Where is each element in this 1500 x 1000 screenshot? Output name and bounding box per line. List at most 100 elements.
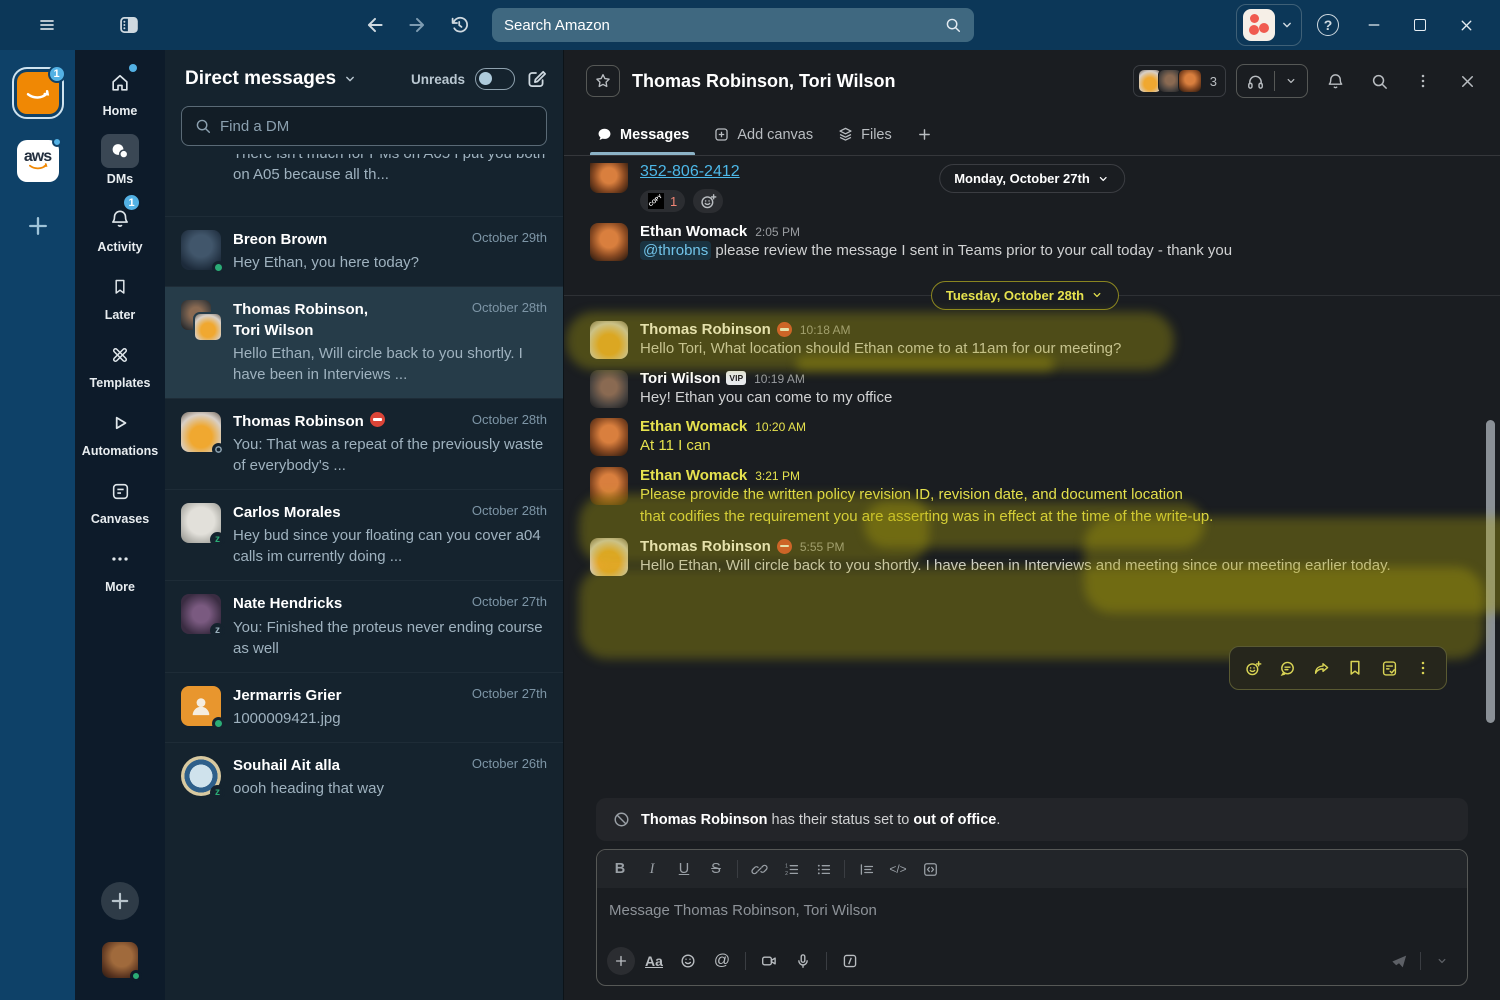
slash-commands-button[interactable] (835, 947, 865, 975)
headphones-icon[interactable] (1237, 72, 1274, 91)
ordered-list-button[interactable]: 12 (776, 856, 806, 882)
unreads-toggle[interactable] (475, 68, 515, 90)
add-to-list-icon[interactable] (1374, 653, 1404, 683)
message-author[interactable]: Ethan Womack (640, 418, 747, 435)
account-menu[interactable] (1236, 4, 1302, 46)
dm-panel-title[interactable]: Direct messages (185, 68, 336, 90)
message-author[interactable]: Thomas Robinson (640, 538, 792, 555)
huddle-control[interactable] (1236, 64, 1308, 98)
sidebar-item-automations[interactable]: Automations (81, 406, 159, 458)
sidebar-item-activity[interactable]: 1Activity (81, 202, 159, 254)
amazon-smile-icon (23, 78, 53, 108)
format-toggle-button[interactable]: Aa (639, 947, 669, 975)
compose-icon[interactable] (525, 68, 547, 90)
sidebar-item-later[interactable]: Later (81, 270, 159, 322)
italic-button[interactable]: I (637, 856, 667, 882)
bold-button[interactable]: B (605, 856, 635, 882)
user-avatar[interactable] (102, 942, 138, 978)
history-icon[interactable] (442, 8, 476, 42)
tab-add-canvas[interactable]: Add canvas (703, 126, 823, 155)
video-clip-button[interactable] (754, 947, 784, 975)
conversation-title[interactable]: Thomas Robinson, Tori Wilson (632, 71, 896, 92)
dm-conversation-row[interactable]: zNate HendricksOctober 27thYou: Finished… (165, 580, 563, 671)
find-dm-input[interactable]: Find a DM (181, 106, 547, 146)
tab-messages[interactable]: Messages (586, 126, 699, 155)
message-author[interactable]: Ethan Womack (640, 223, 747, 240)
save-bookmark-icon[interactable] (1340, 653, 1370, 683)
sidebar-item-templates[interactable]: Templates (81, 338, 159, 390)
link-button[interactable] (744, 856, 774, 882)
message-author[interactable]: Ethan Womack (640, 467, 747, 484)
audio-clip-button[interactable] (788, 947, 818, 975)
reaction-pill[interactable]: COPY1 (640, 190, 685, 212)
sidebar-item-canvases[interactable]: Canvases (81, 474, 159, 526)
more-options-kebab-icon[interactable] (1406, 64, 1440, 98)
message-author[interactable]: Thomas Robinson (640, 321, 792, 338)
maximize-button[interactable] (1400, 8, 1440, 42)
add-reaction-button[interactable] (693, 189, 723, 213)
member-list-button[interactable]: 3 (1133, 65, 1226, 97)
message-row[interactable]: Tori WilsonVIP10:19 AMHey! Ethan you can… (590, 365, 1460, 414)
close-conversation-icon[interactable] (1450, 64, 1484, 98)
message-input[interactable]: Message Thomas Robinson, Tori Wilson (597, 888, 1467, 941)
huddle-chevron-icon[interactable] (1275, 74, 1307, 88)
mention-button[interactable]: @ (707, 947, 737, 975)
tab-files[interactable]: Files (827, 126, 902, 155)
chevron-down-icon[interactable] (342, 71, 358, 87)
blockquote-button[interactable] (851, 856, 881, 882)
message-composer[interactable]: B I U S 12 </> Message Thomas Robinson, (596, 849, 1468, 986)
dm-conversation-row[interactable]: Thomas RobinsonOctober 28thYou: That was… (165, 398, 563, 489)
strikethrough-button[interactable]: S (701, 856, 731, 882)
reply-thread-icon[interactable] (1272, 653, 1302, 683)
code-block-button[interactable] (915, 856, 945, 882)
user-mention[interactable]: @throbns (640, 241, 711, 260)
scrollbar-thumb[interactable] (1486, 420, 1495, 723)
menu-icon[interactable] (30, 8, 64, 42)
status-banner-text: has their status set to (767, 812, 913, 828)
emoji-button[interactable] (673, 947, 703, 975)
message-row[interactable]: Thomas Robinson10:18 AMHello Tori, What … (590, 316, 1460, 365)
status-banner-status: out of office (913, 812, 996, 828)
more-actions-kebab-icon[interactable] (1408, 653, 1438, 683)
workspace-aws[interactable]: aws (17, 140, 59, 182)
send-button[interactable] (1384, 947, 1414, 975)
add-tab-button[interactable] (906, 126, 943, 155)
phone-link[interactable]: 352-806-2412 (640, 163, 740, 180)
message-author[interactable]: Tori WilsonVIP (640, 370, 746, 387)
dm-clipped-row[interactable]: There isn't much for PMs on A05 I put yo… (165, 154, 563, 216)
send-options-chevron-icon[interactable] (1427, 947, 1457, 975)
sidebar-toggle-icon[interactable] (112, 8, 146, 42)
workspace-amazon[interactable]: 1 (17, 72, 59, 114)
forward-icon[interactable] (1306, 653, 1336, 683)
attach-plus-button[interactable] (607, 947, 635, 975)
message-row[interactable]: Ethan Womack3:21 PMPlease provide the wr… (590, 462, 1460, 533)
sidebar-item-home[interactable]: Home (81, 66, 159, 118)
back-icon[interactable] (358, 8, 392, 42)
minimize-button[interactable] (1354, 8, 1394, 42)
sidebar-item-more[interactable]: More (81, 542, 159, 594)
help-icon[interactable]: ? (1308, 8, 1348, 42)
message-row[interactable]: Ethan Womack2:05 PM@throbns please revie… (590, 218, 1460, 267)
sidebar-item-dms[interactable]: DMs (81, 134, 159, 186)
add-reaction-icon[interactable] (1238, 653, 1268, 683)
message-row[interactable]: Ethan Womack10:20 AMAt 11 I can (590, 413, 1460, 462)
notifications-bell-icon[interactable] (1318, 64, 1352, 98)
code-button[interactable]: </> (883, 856, 913, 882)
add-workspace-button[interactable] (20, 208, 56, 244)
star-conversation-button[interactable] (586, 65, 620, 97)
message-row[interactable]: Thomas Robinson5:55 PMHello Ethan, Will … (590, 533, 1460, 582)
close-window-button[interactable] (1446, 8, 1486, 42)
forward-icon[interactable] (400, 8, 434, 42)
dm-conversation-row[interactable]: Thomas Robinson, Tori WilsonOctober 28th… (165, 286, 563, 398)
date-divider-pill[interactable]: Monday, October 27th (939, 164, 1125, 193)
date-divider-pill[interactable]: Tuesday, October 28th (931, 281, 1119, 310)
dm-conversation-row[interactable]: Breon BrownOctober 29thHey Ethan, you he… (165, 216, 563, 286)
bulleted-list-button[interactable] (808, 856, 838, 882)
dm-conversation-row[interactable]: zSouhail Ait allaOctober 26thoooh headin… (165, 742, 563, 812)
underline-button[interactable]: U (669, 856, 699, 882)
dm-conversation-row[interactable]: zCarlos MoralesOctober 28thHey bud since… (165, 489, 563, 580)
search-in-conversation-icon[interactable] (1362, 64, 1396, 98)
global-search-input[interactable]: Search Amazon (492, 8, 974, 42)
create-new-button[interactable] (101, 882, 139, 920)
dm-conversation-row[interactable]: Jermarris GrierOctober 27th1000009421.jp… (165, 672, 563, 742)
